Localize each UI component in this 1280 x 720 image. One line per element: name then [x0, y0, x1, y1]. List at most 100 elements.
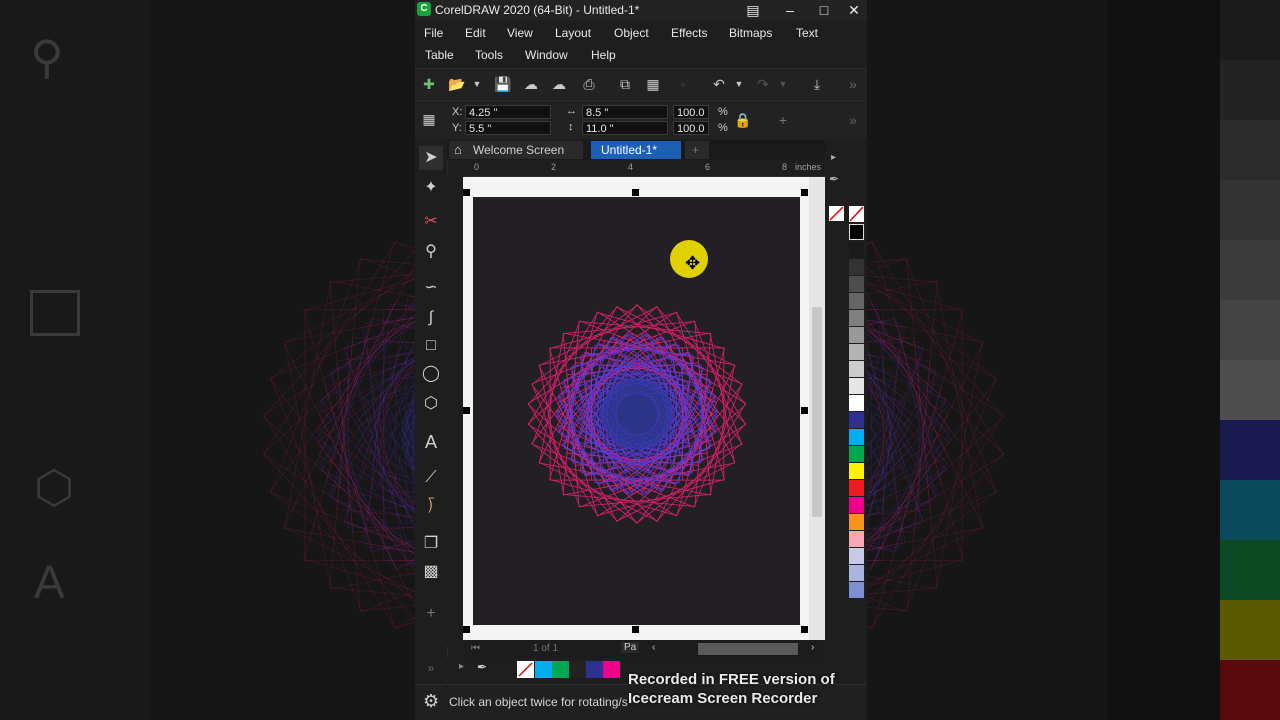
horizontal-ruler[interactable]: 0 2 4 6 8 inches [465, 160, 825, 177]
polygon-tool-icon[interactable]: ⬡ [419, 392, 443, 416]
menu-object[interactable]: Object [614, 26, 649, 40]
cloud-upload-icon[interactable]: ☁ [521, 74, 541, 94]
palette-swatch[interactable] [849, 276, 864, 292]
zoom-tool-icon[interactable]: ⚲ [419, 240, 443, 264]
artistic-media-tool-icon[interactable]: ∫ [419, 306, 443, 330]
palette-swatch[interactable] [849, 463, 864, 479]
scale-width-field[interactable]: 100.0 [673, 105, 709, 119]
menu-view[interactable]: View [507, 26, 533, 40]
palette-swatch[interactable] [849, 293, 864, 309]
menu-table[interactable]: Table [425, 48, 454, 62]
undo-icon[interactable]: ↶ [709, 74, 729, 94]
drawing-page[interactable] [473, 197, 800, 625]
reference-point-icon[interactable]: ▦ [419, 109, 439, 129]
palette-swatch[interactable] [849, 565, 864, 581]
palette-swatch[interactable] [849, 582, 864, 598]
selection-handle[interactable] [632, 189, 639, 196]
docker-arrow-icon[interactable]: ▸ [831, 152, 836, 163]
selection-handle[interactable] [463, 626, 470, 633]
drop-shadow-tool-icon[interactable]: ❐ [419, 532, 443, 556]
paste-icon[interactable]: ▦ [643, 74, 663, 94]
width-field[interactable]: 8.5 " [582, 105, 668, 119]
copy-icon[interactable]: ⧉ [615, 74, 635, 94]
document-palette-swatch[interactable] [569, 661, 586, 678]
scroll-left-icon[interactable]: ‹ [652, 642, 655, 653]
palette-swatch[interactable] [849, 531, 864, 547]
menu-layout[interactable]: Layout [555, 26, 591, 40]
y-position-field[interactable]: 5.5 " [465, 121, 551, 135]
parallel-dimension-tool-icon[interactable]: ⟋ [419, 466, 443, 490]
first-page-icon[interactable]: ⏮ [471, 643, 480, 654]
selection-handle[interactable] [801, 626, 808, 633]
open-dropdown-icon[interactable]: ▼ [467, 74, 487, 94]
document-palette-swatch[interactable] [603, 661, 620, 678]
add-tool-icon[interactable]: + [419, 602, 443, 626]
gear-icon[interactable]: ⚙ [423, 691, 439, 712]
palette-swatch[interactable] [849, 327, 864, 343]
palette-swatch[interactable] [849, 361, 864, 377]
palette-arrow-icon[interactable]: ▸ [459, 661, 464, 672]
maximize-button[interactable]: □ [809, 0, 839, 20]
palette-swatch[interactable] [849, 497, 864, 513]
import-icon[interactable]: ⤓ [807, 74, 827, 94]
cloud-share-icon[interactable]: ☁ [549, 74, 569, 94]
palette-swatch[interactable] [849, 548, 864, 564]
text-tool-icon[interactable]: A [419, 430, 443, 454]
palette-swatch[interactable] [849, 514, 864, 530]
fill-indicator-swatch[interactable] [829, 206, 844, 221]
menu-window[interactable]: Window [525, 48, 568, 62]
palette-swatch[interactable] [849, 344, 864, 360]
connector-tool-icon[interactable]: ⟌ [419, 496, 443, 520]
toolbox-overflow-icon[interactable]: » [419, 656, 443, 680]
menu-help[interactable]: Help [591, 48, 616, 62]
menu-edit[interactable]: Edit [465, 26, 486, 40]
account-icon[interactable]: ▤ [738, 0, 768, 20]
palette-swatch[interactable] [849, 242, 864, 258]
shape-tool-icon[interactable]: ✦ [419, 176, 443, 200]
print-icon[interactable]: ⎙ [579, 74, 599, 94]
menu-file[interactable]: File [424, 26, 443, 40]
vertical-ruler[interactable] [447, 176, 463, 646]
document-palette-swatch[interactable] [535, 661, 552, 678]
tab-untitled-1[interactable]: Untitled-1* [591, 141, 681, 159]
no-fill-swatch[interactable] [849, 206, 864, 222]
height-field[interactable]: 11.0 " [582, 121, 668, 135]
ellipse-tool-icon[interactable]: ◯ [419, 362, 443, 386]
palette-swatch[interactable] [849, 446, 864, 462]
crop-tool-icon[interactable]: ✂ [419, 210, 443, 234]
menu-bitmaps[interactable]: Bitmaps [729, 26, 772, 40]
pick-tool-icon[interactable]: ➤ [419, 146, 443, 170]
new-document-icon[interactable]: ✚ [419, 74, 439, 94]
transparency-tool-icon[interactable]: ▩ [419, 560, 443, 584]
page-tab[interactable]: Pa [621, 642, 640, 653]
selection-handle[interactable] [801, 407, 808, 414]
close-button[interactable]: ✕ [839, 0, 867, 20]
palette-swatch[interactable] [849, 310, 864, 326]
menu-effects[interactable]: Effects [671, 26, 707, 40]
selection-handle[interactable] [463, 407, 470, 414]
horizontal-scroll-thumb[interactable] [698, 643, 798, 655]
minimize-button[interactable]: – [775, 0, 805, 20]
tab-welcome-screen[interactable]: ⌂ Welcome Screen [449, 141, 583, 159]
vertical-scrollbar[interactable] [809, 177, 825, 640]
no-color-swatch[interactable] [517, 661, 534, 678]
palette-swatch[interactable] [849, 378, 864, 394]
add-tab-button[interactable]: + [685, 141, 709, 159]
spirograph-artwork[interactable] [473, 197, 800, 625]
eyedropper-icon[interactable]: ✒ [477, 660, 487, 674]
propbar-overflow-icon[interactable]: » [843, 110, 863, 130]
selection-handle[interactable] [801, 189, 808, 196]
pen-icon[interactable]: ✒ [829, 172, 839, 186]
palette-swatch[interactable] [849, 259, 864, 275]
toolbar-overflow-icon[interactable]: » [843, 74, 863, 94]
drawing-workspace[interactable]: ✥ [463, 177, 809, 640]
document-palette-swatch[interactable] [552, 661, 569, 678]
save-icon[interactable]: 💾 [493, 74, 513, 94]
lock-ratio-icon[interactable]: 🔒 [733, 110, 753, 130]
palette-swatch[interactable] [849, 395, 864, 411]
selection-handle[interactable] [463, 189, 470, 196]
vertical-scroll-thumb[interactable] [812, 307, 822, 517]
scroll-right-icon[interactable]: › [811, 642, 814, 653]
palette-swatch[interactable] [849, 412, 864, 428]
x-position-field[interactable]: 4.25 " [465, 105, 551, 119]
